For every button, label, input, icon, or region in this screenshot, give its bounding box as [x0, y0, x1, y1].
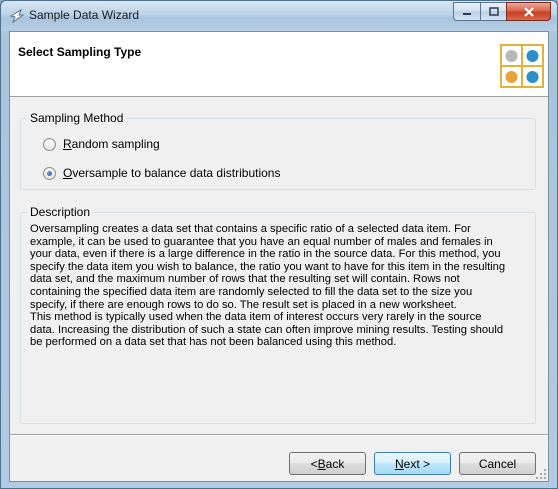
random-sampling-option[interactable]: Random sampling	[43, 137, 160, 151]
next-button[interactable]: Next >	[374, 452, 451, 475]
minimize-button[interactable]	[453, 2, 481, 21]
maximize-button[interactable]	[480, 2, 507, 21]
sampling-method-legend: Sampling Method	[27, 111, 127, 125]
oversample-option[interactable]: Oversample to balance data distributions	[43, 166, 280, 180]
wizard-header: Select Sampling Type	[10, 32, 548, 97]
oversample-radio[interactable]	[43, 166, 56, 180]
maximize-icon	[488, 7, 499, 16]
description-text: Oversampling creates a data set that con…	[30, 223, 506, 349]
random-sampling-radio[interactable]	[43, 137, 56, 151]
oversample-label: Oversample to balance data distributions	[63, 166, 281, 180]
random-sampling-label: Random sampling	[63, 137, 160, 151]
close-icon	[523, 6, 534, 17]
wizard-client-area: Select Sampling Type Sampling Method Ran…	[9, 31, 549, 482]
description-legend: Description	[27, 205, 94, 219]
resize-grip-icon[interactable]	[536, 469, 546, 479]
description-group: Description Oversampling creates a data …	[20, 205, 536, 424]
wizard-app-icon	[9, 8, 25, 24]
back-button[interactable]: < Back	[289, 452, 366, 475]
data-dots-icon	[500, 44, 544, 88]
page-title: Select Sampling Type	[18, 45, 142, 59]
wizard-window: Sample Data Wizard Select Sampling Type	[0, 0, 558, 489]
sampling-method-group: Sampling Method Random sampling Oversamp…	[20, 111, 536, 190]
title-bar[interactable]: Sample Data Wizard	[1, 1, 557, 31]
minimize-icon	[463, 12, 471, 15]
close-button[interactable]	[506, 2, 551, 21]
button-separator	[10, 434, 548, 436]
cancel-button[interactable]: Cancel	[459, 452, 536, 475]
window-title: Sample Data Wizard	[29, 8, 140, 22]
